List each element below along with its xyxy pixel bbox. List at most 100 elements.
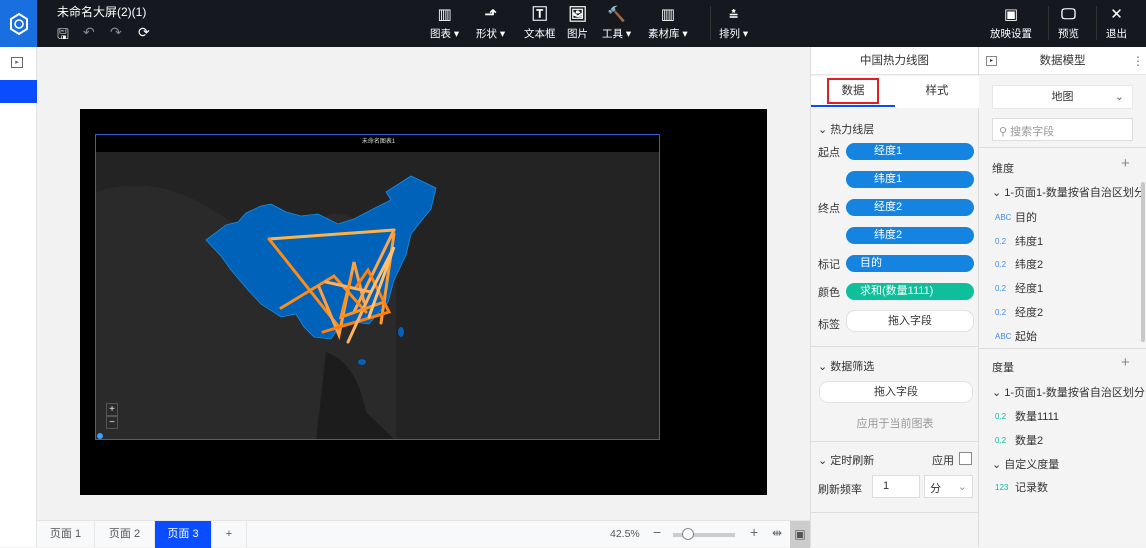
dataset-select[interactable]: 地图 ⌄ <box>992 85 1133 109</box>
field-pill[interactable]: 目的 <box>846 255 974 272</box>
resize-divider[interactable] <box>979 348 1146 349</box>
label: 排列 <box>719 28 740 40</box>
label: 热力线层 <box>830 124 875 136</box>
search-field-input[interactable]: ⚲ 搜索字段 <box>992 118 1133 141</box>
china-heat-line-map[interactable]: 未命名图表1 + − <box>95 134 660 440</box>
refresh-frequency-input[interactable]: 1 <box>872 475 920 498</box>
refresh-icon[interactable]: ⟳ <box>138 24 150 41</box>
add-page-button[interactable]: + <box>212 521 247 548</box>
label: 预览 <box>1058 28 1079 40</box>
field-pill[interactable]: 纬度2 <box>846 227 974 244</box>
exit-button[interactable]: ✕ 退出 <box>1106 5 1127 41</box>
scrollbar[interactable] <box>1141 182 1145 342</box>
bar-chart-icon: ▥ <box>437 6 452 23</box>
layer-item-selected[interactable] <box>0 80 37 103</box>
tool-menu-button[interactable]: 🔨 工具 ▾ <box>602 5 631 41</box>
label: 目的 <box>1015 212 1037 224</box>
map-zoom-in-button[interactable]: + <box>106 403 118 416</box>
measure-item[interactable]: 0.2 数量2 <box>995 432 1043 448</box>
color-field-pill[interactable]: 求和(数量1111) <box>846 283 974 300</box>
dimension-item[interactable]: 0.2 经度1 <box>995 280 1043 296</box>
page-tab-active[interactable]: 页面 3 <box>155 521 212 548</box>
type-badge: 0.2 <box>995 435 1007 445</box>
type-badge: 0.2 <box>995 259 1007 269</box>
dimension-item[interactable]: ABC 目的 <box>995 209 1037 225</box>
fit-screen-icon[interactable]: ▣ <box>790 521 810 548</box>
image-icon: 🖼 <box>567 6 588 23</box>
field-pill[interactable]: 经度1 <box>846 143 974 160</box>
zoom-out-button[interactable]: − <box>653 524 661 540</box>
preview-button[interactable]: 🖵 预览 <box>1058 5 1079 41</box>
apply-checkbox[interactable] <box>959 452 972 465</box>
type-badge: 0.2 <box>995 411 1007 421</box>
dimension-item[interactable]: ABC 起始 <box>995 328 1037 344</box>
section-heat-line-layer[interactable]: ⌄ 热力线层 <box>818 121 874 137</box>
divider <box>1048 6 1049 40</box>
field-label: 颜色 <box>818 287 840 299</box>
data-model-panel: 数据模型 ▸ ⋮ 地图 ⌄ ⚲ 搜索字段 维度 + ⌄ 1-页面1-数量按省自治区… <box>979 47 1146 547</box>
close-icon: ✕ <box>1110 6 1123 23</box>
measure-item[interactable]: 0.2 数量1111 <box>995 408 1059 424</box>
divider <box>1096 6 1097 40</box>
save-icon[interactable]: 🖫 <box>57 24 69 48</box>
collapse-panel-icon[interactable]: ▸ <box>986 56 997 66</box>
filter-drop-zone[interactable]: 拖入字段 <box>819 381 973 403</box>
play-icon: ▣ <box>1003 6 1019 23</box>
undo-icon[interactable]: ↶ <box>83 24 95 41</box>
field-pill[interactable]: 纬度1 <box>846 171 974 188</box>
arrange-menu-button[interactable]: ⩮ 排列 ▾ <box>719 5 748 41</box>
divider <box>811 441 979 442</box>
label: 文本框 <box>524 28 556 40</box>
divider <box>811 346 979 347</box>
apply-label: 应用 <box>932 455 954 467</box>
textbox-button[interactable]: 🅃 文本框 <box>524 5 556 41</box>
dimension-group[interactable]: ⌄ 1-页面1-数量按省自治区划分 <box>992 184 1145 200</box>
dimension-item[interactable]: 0.2 经度2 <box>995 304 1043 320</box>
dimension-item[interactable]: 0.2 纬度1 <box>995 233 1043 249</box>
label-drop-zone[interactable]: 拖入字段 <box>846 310 974 332</box>
tab-data[interactable]: 数据 <box>827 78 879 104</box>
image-button[interactable]: 🖼 图片 <box>567 5 588 41</box>
label: 地图 <box>1051 91 1074 103</box>
map-zoom-out-button[interactable]: − <box>106 416 118 429</box>
app-logo[interactable] <box>0 0 37 47</box>
material-icon: ▥ <box>660 6 675 23</box>
label: 工具 <box>602 28 623 40</box>
panel-title: 中国热力线图 <box>811 47 978 75</box>
zoom-slider-handle[interactable] <box>682 528 694 540</box>
label: 起始 <box>1015 331 1037 343</box>
label: 数量2 <box>1015 435 1044 447</box>
shape-icon: ⬏ <box>484 6 497 23</box>
fit-width-icon[interactable]: ⇹ <box>772 526 782 540</box>
shape-menu-button[interactable]: ⬏ 形状 ▾ <box>476 5 505 41</box>
measure-item[interactable]: 123 记录数 <box>995 479 1048 495</box>
tab-style[interactable]: 样式 <box>895 78 979 104</box>
label: 素材库 <box>648 28 680 40</box>
add-dimension-button[interactable]: + <box>1121 155 1130 172</box>
page-tab[interactable]: 页面 2 <box>95 521 155 548</box>
zoom-in-button[interactable]: + <box>750 524 758 540</box>
refresh-unit-select[interactable]: 分 ⌄ <box>924 475 973 498</box>
dimension-item[interactable]: 0.2 纬度2 <box>995 256 1043 272</box>
field-pill[interactable]: 经度2 <box>846 199 974 216</box>
apply-to-chart-button[interactable]: 应用于当前图表 <box>811 415 979 431</box>
add-measure-button[interactable]: + <box>1121 354 1130 371</box>
chart-menu-button[interactable]: ▥ 图表 ▾ <box>430 5 459 41</box>
custom-measure-group[interactable]: ⌄ 自定义度量 <box>992 456 1059 472</box>
page-tab[interactable]: 页面 1 <box>37 521 95 548</box>
section-data-filter[interactable]: ⌄ 数据筛选 <box>818 358 874 374</box>
divider <box>811 512 979 513</box>
label: 经度1 <box>1015 283 1044 295</box>
more-icon[interactable]: ⋮ <box>1132 54 1144 68</box>
redo-icon[interactable]: ↷ <box>110 24 122 41</box>
field-label: 终点 <box>818 203 840 215</box>
material-menu-button[interactable]: ▥ 素材库 ▾ <box>648 5 688 41</box>
measure-group[interactable]: ⌄ 1-页面1-数量按省自治区划分 <box>992 384 1145 400</box>
label: 经度2 <box>1015 307 1044 319</box>
play-settings-button[interactable]: ▣ 放映设置 <box>990 5 1032 41</box>
expand-panel-icon[interactable]: ▸ <box>11 57 23 68</box>
section-timed-refresh[interactable]: ⌄ 定时刷新 <box>818 452 874 468</box>
refresh-frequency-label: 刷新频率 <box>818 484 862 496</box>
field-label: 起点 <box>818 147 840 159</box>
map-svg <box>96 152 659 439</box>
